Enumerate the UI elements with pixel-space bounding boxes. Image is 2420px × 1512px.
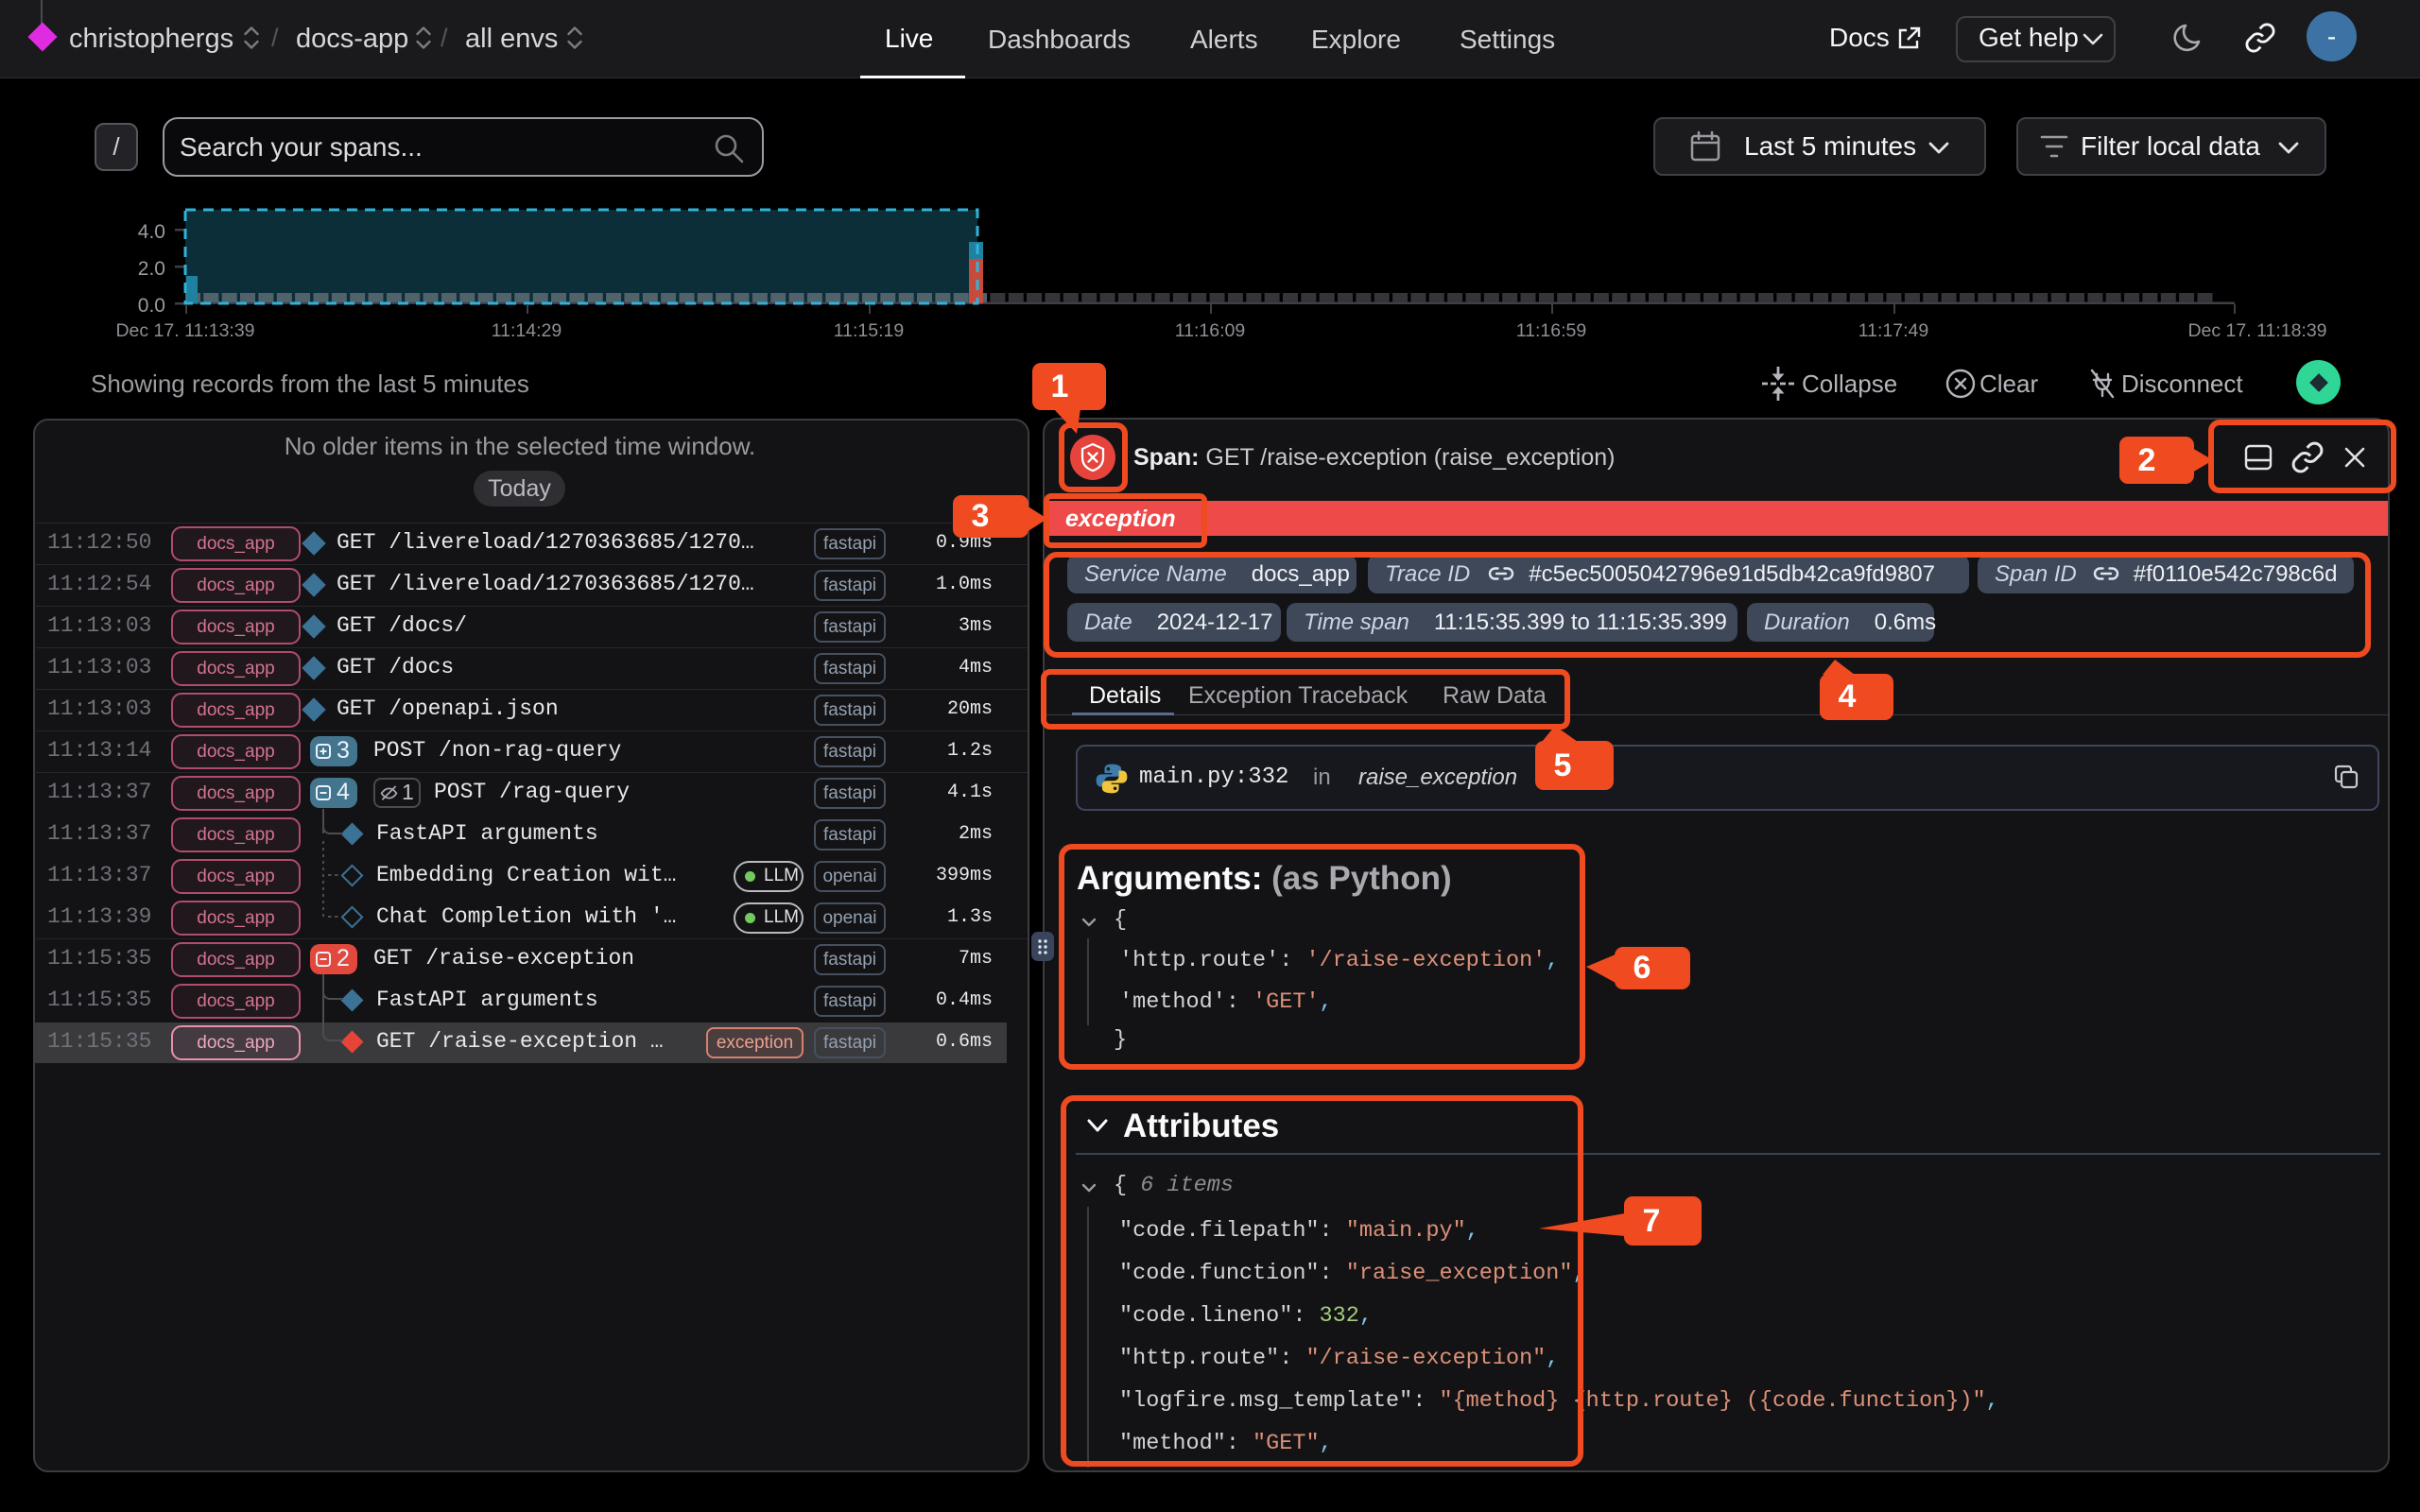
svg-text:11:15:19: 11:15:19 xyxy=(834,320,904,341)
svg-text:Dec 17. 11:18:39: Dec 17. 11:18:39 xyxy=(2187,320,2326,341)
svg-text:0.0: 0.0 xyxy=(138,295,165,317)
svg-text:11:16:09: 11:16:09 xyxy=(1175,320,1245,341)
svg-text:11:14:29: 11:14:29 xyxy=(492,320,562,341)
svg-text:4.0: 4.0 xyxy=(138,221,165,243)
svg-text:2.0: 2.0 xyxy=(138,258,165,280)
svg-text:Dec 17. 11:13:39: Dec 17. 11:13:39 xyxy=(115,320,254,341)
svg-text:11:16:59: 11:16:59 xyxy=(1516,320,1586,341)
svg-text:11:17:49: 11:17:49 xyxy=(1858,320,1928,341)
